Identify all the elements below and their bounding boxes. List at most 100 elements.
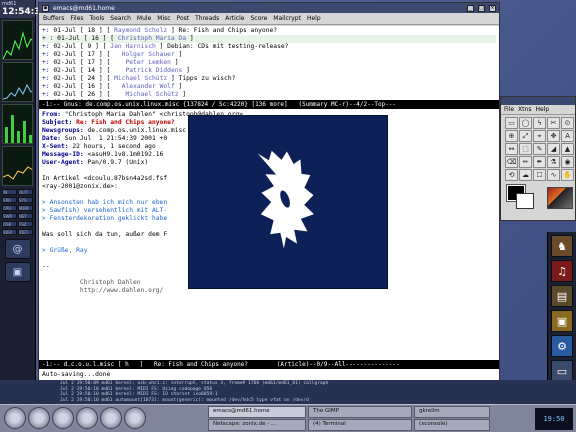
gimp-tool-icon[interactable]: ϟ [533,117,546,129]
menu-icon[interactable]: ▪ [42,4,49,12]
menu-mailcrypt[interactable]: Mailcrypt [273,15,301,22]
summary-mark: +: [42,59,50,66]
gimp-toolbox: File Xtns Help ▭ ◯ ϟ ✂ ⊙ ⊕ ⤢ ⌖ ✥ A ↔ ⬚ ✎ ◢ ▲ ⌫ ✏ ✒ ⚗ ◉ ⟲ ☁ ☐ ∿ ✋ [500,96,576,221]
pattern-swatch[interactable] [547,187,573,209]
header-key: X-Sent: [42,143,69,150]
summary-author: Jan Harnisch [110,43,156,50]
task-emacs[interactable]: emacs@md61.home [208,406,306,418]
summary-date: 01-Jul [53,27,77,34]
summary-line[interactable]: +: 02-Jul [ 16 ] [ Alexander Wolf ] [42,83,496,91]
dock-clock: 12:54:39 [2,7,47,17]
menu-misc[interactable]: Misc [157,15,170,22]
menu-threads[interactable]: Threads [195,15,219,22]
gimp-tool-icon[interactable]: ⟲ [505,169,518,181]
minimize-button[interactable]: _ [467,4,474,12]
gimp-tool-icon[interactable]: ↔ [505,143,518,155]
gimp-tool-icon[interactable]: A [561,130,574,142]
gimp-tool-icon[interactable]: ∿ [547,169,560,181]
led-row-1: IN OUT [0,188,35,196]
led: SWP [2,213,17,219]
background-color-swatch[interactable] [516,193,534,209]
led: DSK [2,221,17,227]
gimp-tool-icon[interactable]: ◉ [561,156,574,168]
minibuffer[interactable]: Auto-saving...done [39,369,499,380]
gimp-tool-icon[interactable]: ✂ [547,117,560,129]
summary-line[interactable]: +: 02-Jul [ 24 ] [ Michael Schütz ] Tipp… [42,75,496,83]
gimp-tool-icon[interactable]: ⊕ [505,130,518,142]
gimp-tool-icon[interactable]: ✥ [547,130,560,142]
gimp-menu-xtns[interactable]: Xtns [518,106,531,113]
header-value: 22 hours, 1 second ago [72,143,156,150]
close-button[interactable]: × [489,4,496,12]
summary-line[interactable]: +: 02-Jul [ 9 ] [ Jan Harnisch ] Debian:… [42,43,496,51]
task-gimp[interactable]: The GIMP [308,406,412,418]
gimp-tool-icon[interactable]: ⚗ [547,156,560,168]
menu-post[interactable]: Post [177,15,190,22]
box-icon[interactable]: ▤ [551,285,573,307]
summary-mark: +: [42,75,50,82]
summary-line[interactable]: +: 02-Jul [ 14 ] [ Patrick Diddens ] [42,67,496,75]
menu-score[interactable]: Score [250,15,267,22]
menu-mule[interactable]: Mule [137,15,151,22]
summary-line[interactable]: +: 02-Jul [ 26 ] [ Michael Schütz ] [42,91,496,99]
gimp-tool-icon[interactable]: ☁ [519,169,532,181]
menu-search[interactable]: Search [110,15,131,22]
gimp-tool-icon[interactable]: ✏ [519,156,532,168]
summary-line[interactable]: + : 01-Jul [ 16 ] [ Christoph Maria Da ] [42,35,496,43]
menu-article[interactable]: Article [225,15,244,22]
menu-tools[interactable]: Tools [90,15,105,22]
summary-line[interactable]: +: 02-Jul [ 17 ] [ Holger Schauer ] [42,51,496,59]
summary-buffer[interactable]: +: 01-Jul [ 18 ] [ Raymond Scholz ] Re: … [39,26,499,100]
terminal-icon[interactable]: ▣ [4,262,31,282]
task-terminal[interactable]: (4) Terminal [308,419,412,431]
launcher-icon[interactable] [28,407,50,429]
drum-icon[interactable]: ♫ [551,260,573,282]
summary-date: 02-Jul [53,51,77,58]
summary-mark: +: [42,67,50,74]
image-viewer-window[interactable] [188,115,388,289]
gimp-tool-icon[interactable]: ✒ [533,156,546,168]
task-gkrellm[interactable]: gkrellm [414,406,490,418]
summary-lines: 16 [87,83,96,90]
gimp-tool-icon[interactable]: ☐ [533,169,546,181]
launcher-icon[interactable] [100,407,122,429]
gimp-tool-icon[interactable]: ⤢ [519,130,532,142]
gimp-tool-icon[interactable]: ▭ [505,117,518,129]
summary-lines: 24 [87,75,96,82]
summary-line[interactable]: +: 01-Jul [ 18 ] [ Raymond Scholz ] Re: … [42,27,496,35]
task-xconsole[interactable]: (xconsole) [414,419,490,431]
at-icon[interactable]: @ [4,239,31,259]
gimp-tool-icon[interactable]: ⬚ [519,143,532,155]
gimp-tool-icon[interactable]: ⌖ [533,130,546,142]
led: IDE0 [2,229,17,235]
gnu-icon[interactable]: ♞ [551,235,573,257]
launcher-icon[interactable] [124,407,146,429]
menu-help[interactable]: Help [307,15,321,22]
right-dock: ♞ ♫ ▤ ▣ ⚙ ▭ [547,232,576,404]
gimp-tool-icon[interactable]: ▲ [561,143,574,155]
gimp-tool-icon[interactable]: ✋ [561,169,574,181]
menu-files[interactable]: Files [70,15,83,22]
foot-menu-icon[interactable] [4,407,26,429]
gimp-tool-icon[interactable]: ◢ [547,143,560,155]
gimp-color-area [505,184,573,215]
menu-buffers[interactable]: Buffers [43,15,64,22]
summary-line[interactable]: +: 02-Jul [ 17 ] [ Peter Lemken ] [42,59,496,67]
gimp-titlebar[interactable] [501,97,575,105]
task-netscape[interactable]: Netscape: zonix.de - ... [208,419,306,431]
gimp-tool-icon[interactable]: ⊙ [561,117,574,129]
gimp-tool-icon[interactable]: ◯ [519,117,532,129]
summary-mark: +: [42,91,50,98]
window-icon[interactable]: ▭ [551,360,573,382]
crate-icon[interactable]: ▣ [551,310,573,332]
gear-icon[interactable]: ⚙ [551,335,573,357]
maximize-button[interactable]: □ [478,4,485,12]
gimp-menu-help[interactable]: Help [535,106,549,113]
summary-mark: +: [42,27,50,34]
gimp-tool-icon[interactable]: ✎ [533,143,546,155]
gimp-tool-icon[interactable]: ⌫ [505,156,518,168]
emacs-titlebar[interactable]: ▪ emacs@md61.home _ □ × [39,3,499,13]
launcher-icon[interactable] [52,407,74,429]
launcher-icon[interactable] [76,407,98,429]
gimp-menu-file[interactable]: File [504,106,514,113]
